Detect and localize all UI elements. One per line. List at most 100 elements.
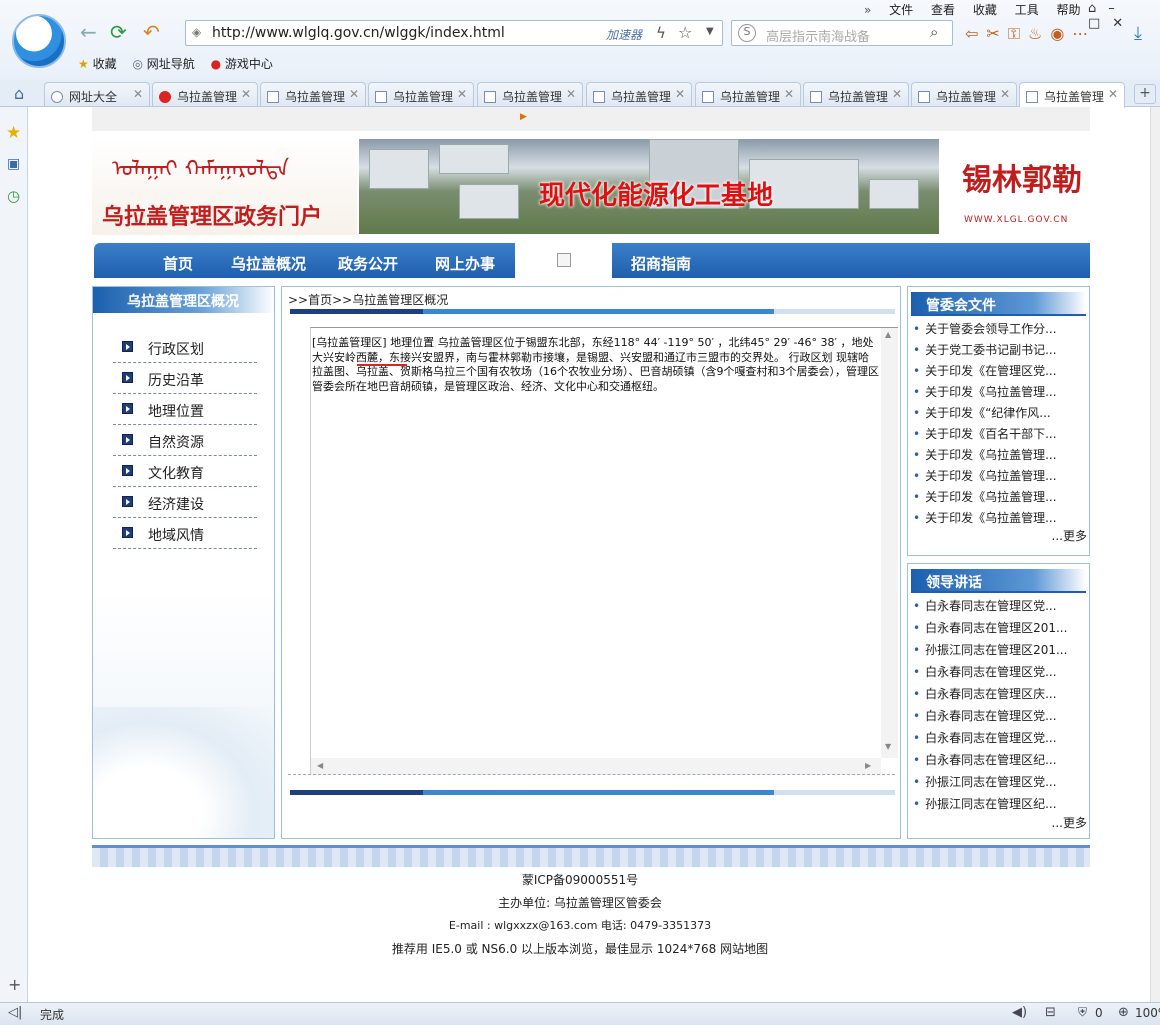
fav-item-collect[interactable]: 收藏	[93, 57, 117, 71]
chevron-down-icon[interactable]: ▼	[706, 26, 714, 37]
footer-recommend: 推荐用 IE5.0 或 NS6.0 以上版本浏览，最佳显示 1024*768 网…	[391, 942, 769, 956]
list-item[interactable]: 关于印发《乌拉盖管理...	[913, 383, 1085, 404]
sidebar-item-economy[interactable]: 经济建设	[113, 487, 257, 518]
menu-help[interactable]: 帮助	[1057, 3, 1081, 17]
game-icon: ●	[210, 57, 222, 71]
sidebar-item-location[interactable]: 地理位置	[113, 394, 257, 425]
list-item[interactable]: 关于印发《百名干部下...	[913, 425, 1085, 446]
list-item[interactable]: 孙振江同志在管理区党...	[913, 773, 1085, 794]
list-item[interactable]: 白永春同志在管理区党...	[913, 707, 1085, 728]
sidebar-item-admin-division[interactable]: 行政区划	[113, 332, 257, 363]
tab-page[interactable]: 乌拉盖管理 ✕	[477, 82, 583, 106]
list-item[interactable]: 关于印发《乌拉盖管理...	[913, 488, 1085, 509]
sidebar-history-icon[interactable]: ◷	[7, 187, 20, 205]
menu-file[interactable]: 文件	[889, 3, 913, 17]
leader-speech-panel: 领导讲话 白永春同志在管理区党... 白永春同志在管理区201... 孙振江同志…	[907, 563, 1090, 839]
home-icon[interactable]: ⌂	[14, 84, 24, 103]
overflow-icon[interactable]: »	[864, 3, 871, 17]
site-banner: ᠤᠯᠠᠭᠠᠢ ᠬᠠᠮᠠᠭᠠᠷᠤᠯᠲᠠ 乌拉盖管理区政务门户 现代化能源化工基地 …	[92, 137, 1090, 235]
shield-icon: ◈	[192, 25, 202, 39]
list-item[interactable]: 孙振江同志在管理区201...	[913, 641, 1085, 662]
more-link[interactable]: ...更多	[1052, 527, 1087, 544]
sidebar-item-resources[interactable]: 自然资源	[113, 425, 257, 456]
list-item[interactable]: 关于印发《在管理区党...	[913, 362, 1085, 383]
list-item[interactable]: 关于管委会领导工作分...	[913, 320, 1085, 341]
panel-title: 领导讲话	[926, 575, 982, 591]
more-link[interactable]: ...更多	[1052, 814, 1087, 831]
list-item[interactable]: 孙振江同志在管理区纪...	[913, 795, 1085, 816]
nav-gov-affairs[interactable]: 政务公开	[338, 253, 398, 274]
list-item[interactable]: 白永春同志在管理区党...	[913, 729, 1085, 750]
tab-page[interactable]: 乌拉盖管理 ✕	[911, 82, 1017, 106]
bullet-icon	[122, 465, 133, 476]
fav-item-games[interactable]: 游戏中心	[225, 57, 273, 71]
menu-view[interactable]: 查看	[931, 3, 955, 17]
list-item[interactable]: 白永春同志在管理区201...	[913, 619, 1085, 640]
tab-nav-all[interactable]: 网址大全 ✕	[44, 82, 150, 106]
adblock-icon[interactable]: ⛨	[1078, 1005, 1087, 1020]
sidebar-toggle-icon[interactable]: ◁|	[8, 1005, 22, 1020]
footer-icp[interactable]: 蒙ICP备09000551号	[0, 871, 1160, 888]
download-manager-icon[interactable]: ⊟	[1045, 1005, 1056, 1020]
volume-icon[interactable]: ◀)	[1012, 1005, 1027, 1020]
sidebar-item-scenery[interactable]: 地域风情	[113, 518, 257, 549]
window-controls[interactable]: ⌂–□✕	[1088, 1, 1160, 31]
zoom-level[interactable]: 100%	[1135, 1006, 1160, 1020]
sidebar-favorites-icon[interactable]: ★	[6, 123, 21, 143]
list-item[interactable]: 关于印发《乌拉盖管理...	[913, 446, 1085, 467]
list-item[interactable]: 白永春同志在管理区庆...	[913, 685, 1085, 706]
search-input[interactable]: 高层指示南海战备	[766, 26, 870, 45]
list-item[interactable]: 关于印发《乌拉盖管理...	[913, 467, 1085, 488]
menu-favorites[interactable]: 收藏	[973, 3, 997, 17]
search-icon[interactable]: ⌕	[930, 23, 938, 41]
sidebar-item-history[interactable]: 历史沿革	[113, 363, 257, 394]
address-bar[interactable]: ◈ http://www.wlglq.gov.cn/wlggk/index.ht…	[185, 20, 723, 46]
sidebar-add-icon[interactable]: +	[8, 975, 21, 994]
bullet-icon	[122, 527, 133, 538]
frame-horizontal-scrollbar[interactable]: ◀ ▶	[311, 758, 881, 775]
page-scrollbar[interactable]	[1150, 107, 1160, 1002]
sidebar-item-education[interactable]: 文化教育	[113, 456, 257, 487]
browser-logo-icon[interactable]	[12, 14, 66, 68]
banner-title-block: ᠤᠯᠠᠭᠠᠢ ᠬᠠᠮᠠᠭᠠᠷᠤᠯᠲᠠ 乌拉盖管理区政务门户	[92, 137, 357, 235]
toolbar-extension-icons[interactable]: ⇦✂⚿♨◉⋯	[965, 24, 1096, 44]
tab-page[interactable]: 乌拉盖管理 ✕	[260, 82, 366, 106]
menu-tools[interactable]: 工具	[1015, 3, 1039, 17]
broken-image-nav-item[interactable]	[515, 243, 612, 278]
favorites-star-icon: ★	[78, 57, 89, 71]
nav-overview[interactable]: 乌拉盖概况	[231, 253, 306, 274]
nav-investment[interactable]: 招商指南	[631, 253, 691, 274]
nav-home[interactable]: 首页	[163, 253, 193, 274]
download-icon[interactable]: ⤓	[1134, 23, 1142, 44]
tab-page-active[interactable]: 乌拉盖管理 ✕	[1019, 82, 1125, 108]
list-item[interactable]: 白永春同志在管理区党...	[913, 597, 1085, 618]
back-icon[interactable]: ←	[80, 22, 97, 42]
list-item[interactable]: 白永春同志在管理区党...	[913, 663, 1085, 684]
frame-vertical-scrollbar[interactable]: ▲ ▼	[881, 328, 898, 758]
tab-page[interactable]: 乌拉盖管理 ✕	[368, 82, 474, 106]
list-item[interactable]: 关于印发《“纪律作风...	[913, 404, 1085, 425]
left-sidebar: 乌拉盖管理区概况 行政区划 历史沿革 地理位置 自然资源 文化教育 经济建设 地…	[92, 286, 275, 839]
lightning-icon[interactable]: ϟ	[656, 24, 666, 42]
zoom-icon[interactable]: ⊕	[1118, 1005, 1129, 1020]
tab-page[interactable]: 乌拉盖管理 ✕	[586, 82, 692, 106]
tab-page[interactable]: 乌拉盖管理 ✕	[152, 82, 258, 106]
list-item[interactable]: 白永春同志在管理区纪...	[913, 751, 1085, 772]
tab-page[interactable]: 乌拉盖管理 ✕	[803, 82, 909, 106]
refresh-icon[interactable]: ⟳	[110, 22, 127, 42]
banner-slogan: 现代化能源化工基地	[539, 181, 774, 211]
search-box[interactable]: S 高层指示南海战备 ⌕	[731, 20, 953, 46]
red-underline-annotation	[357, 364, 407, 366]
status-text: 完成	[40, 1008, 65, 1022]
tab-page[interactable]: 乌拉盖管理 ✕	[695, 82, 801, 106]
footer-contact: E-mail : wlgxxzx@163.com 电话: 0479-335137…	[448, 919, 712, 932]
fav-item-nav[interactable]: 网址导航	[147, 57, 195, 71]
search-engine-icon[interactable]: S	[738, 24, 756, 42]
nav-online-services[interactable]: 网上办事	[435, 253, 495, 274]
accelerator-label[interactable]: 加速器	[606, 26, 642, 43]
new-tab-button[interactable]: +	[1134, 84, 1156, 104]
star-icon[interactable]: ☆	[678, 23, 692, 42]
list-item[interactable]: 关于党工委书记副书记...	[913, 341, 1085, 362]
sidebar-reader-icon[interactable]: ▣	[7, 156, 20, 172]
undo-icon[interactable]: ↶	[143, 22, 160, 42]
